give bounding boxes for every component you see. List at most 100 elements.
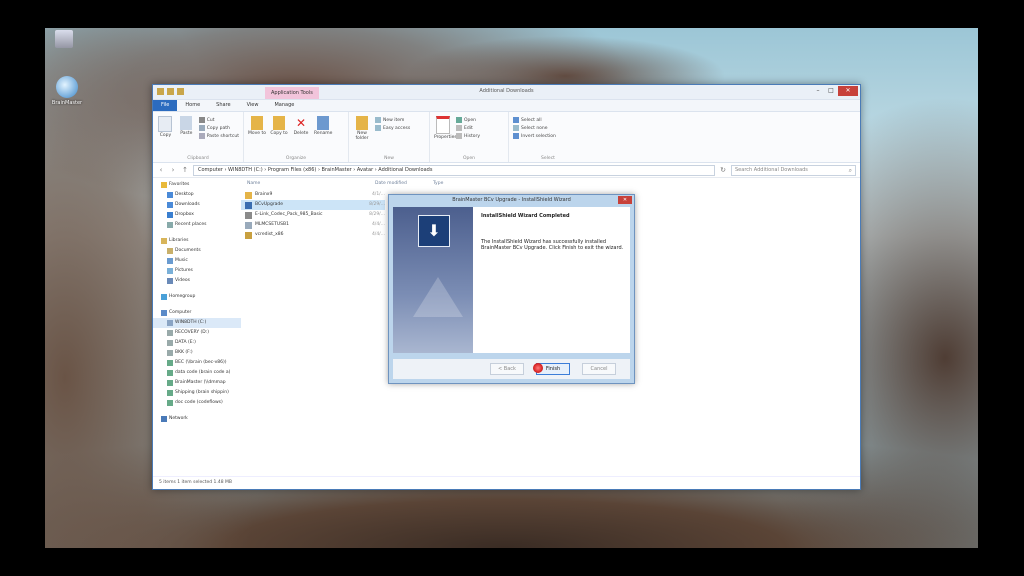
dialog-close-button[interactable]: ✕ — [618, 196, 632, 204]
search-input[interactable]: Search Additional Downloads ⌕ — [731, 164, 856, 176]
rename-button[interactable]: Rename — [314, 114, 332, 162]
new-folder-label: New folder — [355, 131, 369, 141]
new-item-icon — [375, 117, 381, 123]
back-button[interactable]: < Back — [490, 363, 524, 375]
back-arrow-icon[interactable]: ‹ — [157, 166, 165, 174]
finish-button[interactable]: Finish — [533, 363, 570, 375]
easy-access-button[interactable]: Easy access — [375, 125, 410, 131]
nav-network[interactable]: Network — [153, 414, 241, 424]
network-drive-icon — [167, 390, 173, 396]
nav-network-drive-3[interactable]: BrainMaster (\\dmmap — [153, 378, 241, 388]
select-group: Select all Select none Invert selection … — [509, 112, 587, 162]
paste-button[interactable]: Paste — [178, 114, 195, 162]
open-button[interactable]: Open — [456, 117, 480, 123]
new-item-button[interactable]: New item — [375, 117, 410, 123]
history-label: History — [464, 133, 481, 139]
copy-icon — [158, 116, 173, 132]
up-arrow-icon[interactable]: ↑ — [181, 166, 189, 174]
copy-button[interactable]: Copy — [157, 114, 174, 162]
file-date: 4/4/... — [371, 232, 385, 237]
application-icon — [245, 211, 252, 219]
recent-places-icon — [167, 222, 173, 228]
nav-drive-d[interactable]: RECOVERY (D:) — [153, 328, 241, 338]
maximize-button[interactable]: □ — [825, 86, 837, 96]
tab-home[interactable]: Home — [177, 100, 208, 111]
forward-arrow-icon[interactable]: › — [169, 166, 177, 174]
refresh-icon[interactable]: ↻ — [719, 166, 727, 174]
cut-label: Cut — [206, 117, 215, 123]
copy-path-icon — [198, 125, 205, 131]
minimize-button[interactable]: – — [812, 86, 824, 96]
paste-shortcut-button[interactable]: Paste shortcut — [198, 133, 239, 139]
select-all-button[interactable]: Select all — [513, 117, 556, 123]
tab-file[interactable]: File — [153, 100, 178, 111]
tab-share[interactable]: Share — [208, 100, 238, 111]
column-type[interactable]: Type — [433, 178, 493, 190]
nav-dropbox[interactable]: Dropbox — [153, 210, 241, 220]
organize-group: Move to Copy to ✕ Delete Rename Organize — [244, 112, 349, 162]
nav-pictures[interactable]: Pictures — [153, 266, 241, 276]
nav-drive-c[interactable]: WIN8DTH (C:) — [153, 318, 241, 328]
cut-button[interactable]: Cut — [198, 117, 239, 123]
nav-network-drive-4[interactable]: Shipping (brain shippin) — [153, 388, 241, 398]
desktop: BrainMaster Application Tools Additional… — [45, 28, 978, 548]
nav-videos[interactable]: Videos — [153, 276, 241, 286]
copy-to-button[interactable]: Copy to — [270, 114, 288, 162]
new-group: New folder New item Easy access New — [349, 112, 430, 162]
file-row[interactable]: MLMCSETUSB1 4/4/... — [241, 220, 385, 230]
nav-music[interactable]: Music — [153, 256, 241, 266]
nav-label: BEC (\\brain (bec-v86)) — [175, 360, 227, 365]
nav-label: Downloads — [175, 202, 200, 207]
nav-downloads[interactable]: Downloads — [153, 200, 241, 210]
select-none-button[interactable]: Select none — [513, 125, 556, 131]
column-name[interactable]: Name — [247, 178, 375, 190]
nav-network-drive-2[interactable]: data code (brain code a) — [153, 368, 241, 378]
address-bar[interactable]: Computer › WIN8DTH (C:) › Program Files … — [193, 164, 715, 176]
network-drive-icon — [167, 400, 173, 406]
delete-button[interactable]: ✕ Delete — [292, 114, 310, 162]
dialog-heading: InstallShield Wizard Completed — [481, 213, 570, 219]
tab-manage[interactable]: Manage — [266, 100, 302, 111]
file-row[interactable]: E-Link_Codec_Pack_985_Basic 8/29/... — [241, 210, 385, 220]
tab-view[interactable]: View — [239, 100, 267, 111]
cancel-button[interactable]: Cancel — [582, 363, 616, 375]
dialog-body: ⬇ InstallShield Wizard Completed The Ins… — [393, 207, 630, 353]
open-group-label: Open — [462, 156, 476, 161]
new-folder-button[interactable]: New folder — [353, 114, 371, 162]
properties-button[interactable]: Properties — [434, 114, 457, 162]
nav-label: Videos — [175, 278, 190, 283]
copy-label: Copy — [159, 133, 172, 138]
nav-documents[interactable]: Documents — [153, 246, 241, 256]
nav-network-drive-5[interactable]: doc code (codeflows) — [153, 398, 241, 408]
desktop-shortcut-label: BrainMaster — [51, 100, 83, 106]
nav-drive-f[interactable]: BKK (F:) — [153, 348, 241, 358]
history-icon — [456, 133, 462, 139]
nav-desktop[interactable]: Desktop — [153, 190, 241, 200]
file-row-selected[interactable]: BCvUpgrade 8/29/... — [241, 200, 385, 210]
installer-icon — [245, 201, 252, 209]
file-row[interactable]: Brainx9 4/1/... — [241, 190, 385, 200]
copy-path-button[interactable]: Copy path — [198, 125, 239, 131]
nav-libraries[interactable]: Libraries — [153, 236, 241, 246]
column-date-modified[interactable]: Date modified — [375, 178, 433, 190]
dialog-footer: < Back Finish Cancel — [393, 359, 630, 379]
nav-drive-e[interactable]: DATA (E:) — [153, 338, 241, 348]
nav-recent[interactable]: Recent places — [153, 220, 241, 230]
desktop-shortcut[interactable]: BrainMaster — [49, 76, 85, 106]
nav-favorites[interactable]: Favorites — [153, 180, 241, 190]
nav-computer[interactable]: Computer — [153, 308, 241, 318]
network-drive-icon — [167, 360, 173, 366]
invert-selection-label: Invert selection — [521, 133, 556, 139]
nav-label: BrainMaster (\\dmmap — [175, 380, 226, 385]
edit-button[interactable]: Edit — [456, 125, 480, 131]
drive-icon — [167, 350, 173, 356]
invert-selection-button[interactable]: Invert selection — [513, 133, 556, 139]
move-to-button[interactable]: Move to — [248, 114, 266, 162]
file-row[interactable]: vcredist_x86 4/4/... — [241, 230, 385, 240]
shortcut-icon — [198, 133, 205, 139]
recycle-bin-icon[interactable] — [55, 30, 73, 48]
close-button[interactable]: ✕ — [838, 86, 858, 96]
nav-homegroup[interactable]: Homegroup — [153, 292, 241, 302]
nav-network-drive-1[interactable]: BEC (\\brain (bec-v86)) — [153, 358, 241, 368]
history-button[interactable]: History — [456, 133, 480, 139]
